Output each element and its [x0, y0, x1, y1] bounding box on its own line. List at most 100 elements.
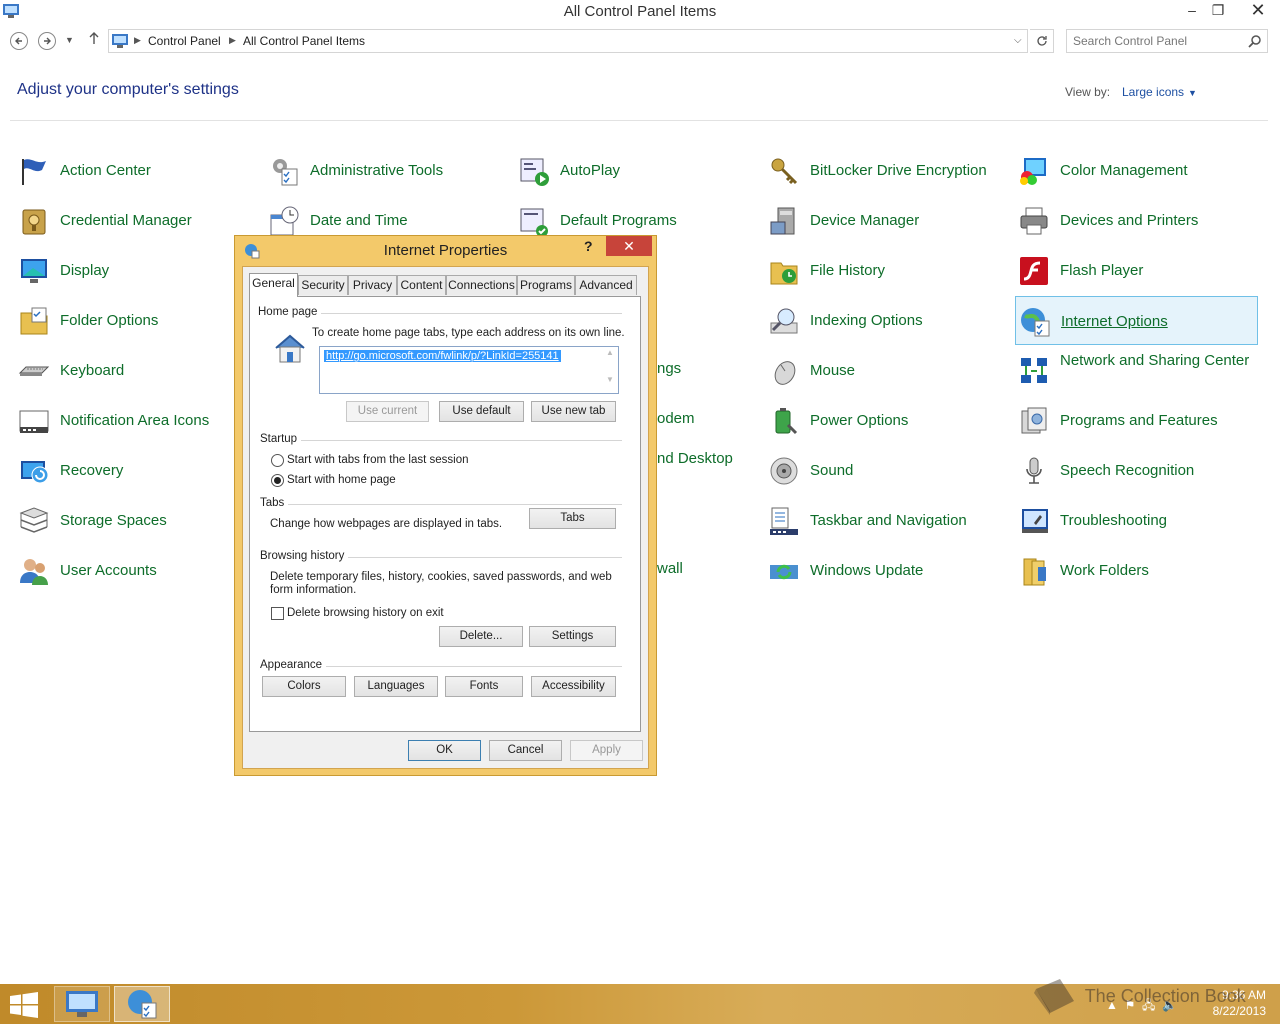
- startup-last-session-radio[interactable]: [271, 454, 284, 467]
- use-new-tab-button[interactable]: Use new tab: [531, 401, 616, 422]
- item-power-options[interactable]: Power Options: [765, 396, 1005, 444]
- breadcrumb-all-items[interactable]: All Control Panel Items: [243, 34, 365, 48]
- colors-button[interactable]: Colors: [262, 676, 346, 697]
- use-current-button[interactable]: Use current: [346, 401, 429, 422]
- taskbar-control-panel[interactable]: [54, 986, 110, 1022]
- view-by-dropdown[interactable]: Large icons ▼: [1122, 85, 1197, 99]
- up-button[interactable]: [88, 31, 100, 49]
- item-notification-area-icons[interactable]: Notification Area Icons: [15, 396, 255, 444]
- item-work-folders[interactable]: Work Folders: [1015, 546, 1255, 594]
- home-page-url-input[interactable]: http://go.microsoft.com/fwlink/p/?LinkId…: [319, 346, 619, 394]
- breadcrumb-chevron-icon[interactable]: ▶: [134, 35, 141, 46]
- item-label: Administrative Tools: [310, 162, 444, 179]
- breadcrumb-control-panel[interactable]: Control Panel: [148, 34, 221, 48]
- delete-history-button[interactable]: Delete...: [439, 626, 523, 647]
- item-label-partial[interactable]: wall: [657, 560, 683, 577]
- folder-clock-icon: [770, 262, 798, 285]
- delete-on-exit-checkbox[interactable]: [271, 607, 284, 620]
- flash-player-icon: [1020, 257, 1048, 285]
- recent-locations-dropdown[interactable]: ▼: [65, 35, 74, 45]
- item-recovery[interactable]: Recovery: [15, 446, 255, 494]
- dialog-close-button[interactable]: ✕: [606, 236, 652, 256]
- item-windows-update[interactable]: Windows Update: [765, 546, 1005, 594]
- keyboard-icon: [18, 366, 50, 376]
- tab-programs[interactable]: Programs: [517, 275, 575, 295]
- item-flash-player[interactable]: Flash Player: [1015, 246, 1255, 294]
- view-by-label: View by:: [1065, 85, 1111, 99]
- item-indexing-options[interactable]: Indexing Options: [765, 296, 1005, 344]
- item-label-partial[interactable]: ngs: [657, 360, 681, 377]
- taskbar-internet-options[interactable]: [114, 986, 170, 1022]
- notification-area-icon: [19, 410, 49, 433]
- item-label-partial[interactable]: odem: [657, 410, 695, 427]
- default-programs-icon: [520, 208, 548, 237]
- item-user-accounts[interactable]: User Accounts: [15, 546, 255, 594]
- breadcrumb-chevron-icon[interactable]: ▶: [229, 35, 236, 46]
- maximize-button[interactable]: ❐: [1204, 0, 1232, 22]
- flag-icon: [22, 159, 46, 185]
- item-bitlocker[interactable]: BitLocker Drive Encryption: [765, 146, 1005, 194]
- appearance-group-title: Appearance: [260, 659, 327, 671]
- minimize-button[interactable]: –: [1178, 0, 1206, 22]
- windows-logo-icon[interactable]: [10, 992, 38, 1018]
- startup-home-page-label[interactable]: Start with home page: [287, 474, 396, 486]
- forward-button[interactable]: [38, 32, 56, 50]
- search-icon[interactable]: [1247, 34, 1263, 50]
- arrow-up-icon: [89, 32, 99, 44]
- home-page-group-title: Home page: [258, 306, 322, 318]
- item-administrative-tools[interactable]: Administrative Tools: [265, 146, 505, 194]
- history-settings-button[interactable]: Settings: [529, 626, 616, 647]
- tabs-settings-button[interactable]: Tabs: [529, 508, 616, 529]
- apply-button[interactable]: Apply: [570, 740, 643, 761]
- tabs-group-title: Tabs: [260, 497, 289, 509]
- item-network-and-sharing[interactable]: Network and Sharing Center: [1015, 346, 1255, 394]
- delete-on-exit-label[interactable]: Delete browsing history on exit: [287, 607, 444, 619]
- item-internet-options[interactable]: Internet Options: [1015, 296, 1258, 345]
- item-keyboard[interactable]: Keyboard: [15, 346, 255, 394]
- help-button[interactable]: ?: [584, 238, 593, 254]
- item-devices-and-printers[interactable]: Devices and Printers: [1015, 196, 1255, 244]
- item-speech-recognition[interactable]: Speech Recognition: [1015, 446, 1255, 494]
- item-file-history[interactable]: File History: [765, 246, 1005, 294]
- item-folder-options[interactable]: Folder Options: [15, 296, 255, 344]
- tab-content[interactable]: Content: [397, 275, 446, 295]
- navigation-bar: ▼ ▶ Control Panel ▶ All Control Panel It…: [0, 27, 1280, 55]
- startup-home-page-radio[interactable]: [271, 474, 284, 487]
- accessibility-button[interactable]: Accessibility: [531, 676, 616, 697]
- item-label: Display: [60, 262, 110, 279]
- tab-general[interactable]: General: [249, 273, 298, 297]
- refresh-button[interactable]: [1030, 29, 1054, 53]
- item-label: User Accounts: [60, 562, 157, 579]
- item-programs-and-features[interactable]: Programs and Features: [1015, 396, 1255, 444]
- item-credential-manager[interactable]: Credential Manager: [15, 196, 255, 244]
- item-mouse[interactable]: Mouse: [765, 346, 1005, 394]
- item-sound[interactable]: Sound: [765, 446, 1005, 494]
- item-action-center[interactable]: Action Center: [15, 146, 255, 194]
- tab-advanced[interactable]: Advanced: [575, 275, 637, 295]
- languages-button[interactable]: Languages: [354, 676, 438, 697]
- back-button[interactable]: [10, 32, 28, 50]
- item-display[interactable]: Display: [15, 246, 255, 294]
- item-storage-spaces[interactable]: Storage Spaces: [15, 496, 255, 544]
- item-color-management[interactable]: Color Management: [1015, 146, 1255, 194]
- item-device-manager[interactable]: Device Manager: [765, 196, 1005, 244]
- tab-security[interactable]: Security: [298, 275, 348, 295]
- tab-connections[interactable]: Connections: [446, 275, 517, 295]
- cancel-button[interactable]: Cancel: [489, 740, 562, 761]
- tab-privacy[interactable]: Privacy: [348, 275, 397, 295]
- search-input[interactable]: [1073, 33, 1243, 49]
- chevron-down-icon[interactable]: ⌵: [1014, 35, 1022, 46]
- search-box[interactable]: [1066, 29, 1268, 53]
- item-label-partial[interactable]: nd Desktop: [657, 450, 733, 467]
- address-bar[interactable]: ▶ Control Panel ▶ All Control Panel Item…: [108, 29, 1028, 53]
- fonts-button[interactable]: Fonts: [445, 676, 523, 697]
- close-button[interactable]: ✕: [1236, 0, 1280, 22]
- ok-button[interactable]: OK: [408, 740, 481, 761]
- url-scrollbar[interactable]: ▲ ▼: [603, 348, 617, 392]
- startup-last-session-label[interactable]: Start with tabs from the last session: [287, 454, 469, 466]
- use-default-button[interactable]: Use default: [439, 401, 524, 422]
- item-taskbar-and-navigation[interactable]: Taskbar and Navigation: [765, 496, 1005, 544]
- monitor-icon: [21, 259, 47, 283]
- item-troubleshooting[interactable]: Troubleshooting: [1015, 496, 1255, 544]
- item-autoplay[interactable]: AutoPlay: [515, 146, 755, 194]
